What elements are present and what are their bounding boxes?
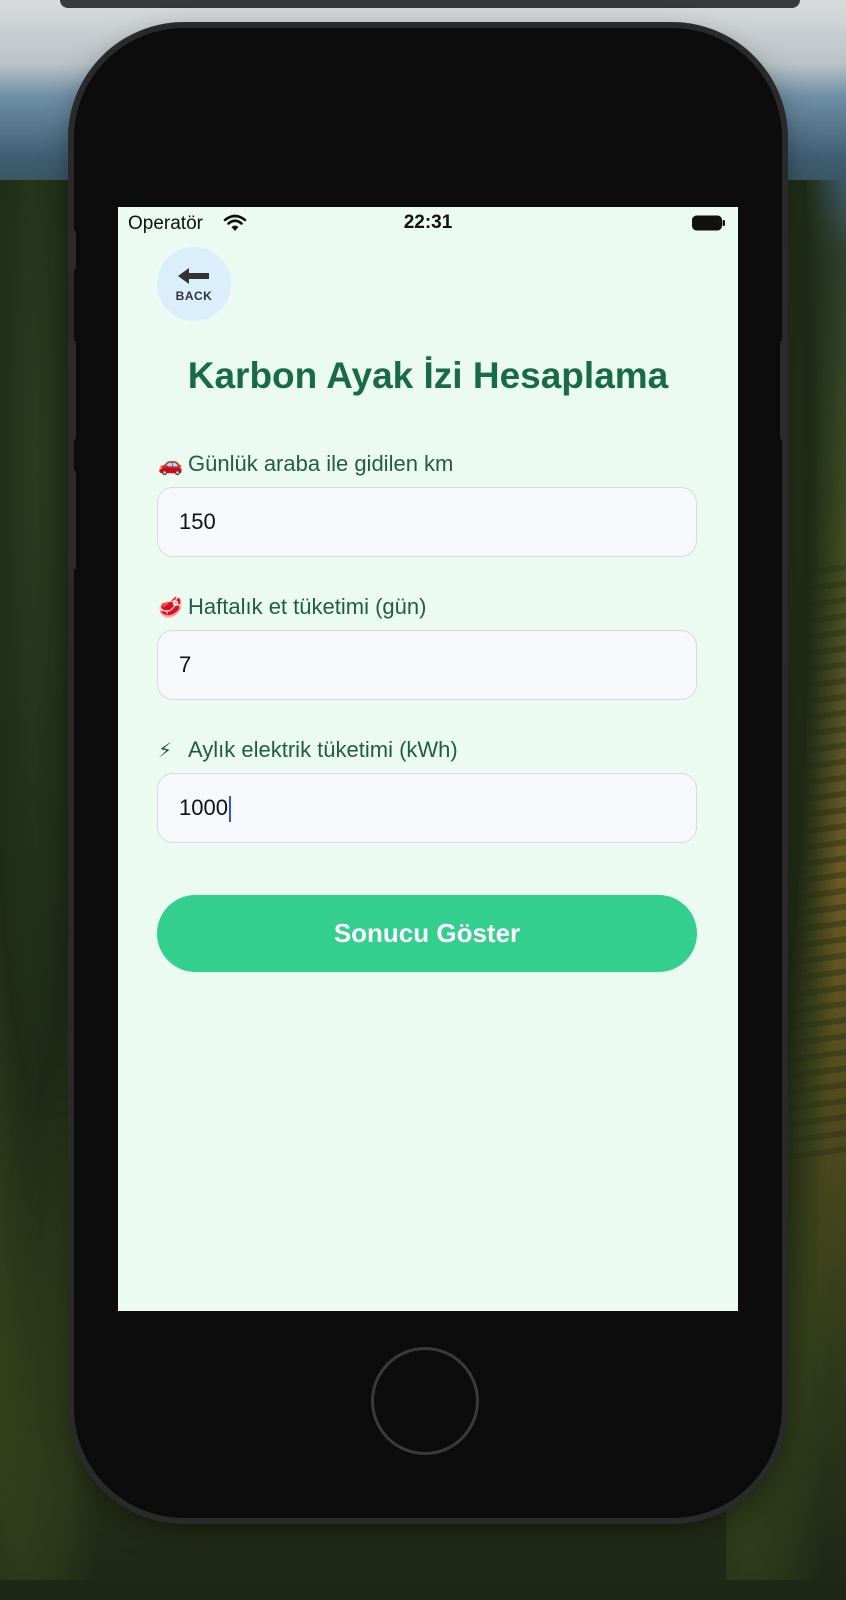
back-arrow-icon	[178, 268, 209, 284]
input-value: 1000	[179, 795, 228, 820]
text-cursor	[228, 796, 231, 823]
field-label-weekly-meat: 🥩 Haftalık et tüketimi (gün)	[158, 594, 426, 620]
monthly-electricity-input[interactable]: 1000	[157, 773, 697, 843]
field-label-text: Haftalık et tüketimi (gün)	[188, 594, 427, 619]
field-label-monthly-electricity: ⚡ Aylık elektrik tüketimi (kWh)	[158, 737, 458, 763]
meat-icon: 🥩	[158, 597, 183, 619]
status-bar: Operatör 22:31	[118, 207, 738, 237]
show-result-button[interactable]: Sonucu Göster	[157, 895, 697, 972]
battery-icon	[692, 215, 725, 231]
lightning-icon: ⚡	[158, 740, 173, 762]
field-label-text: Günlük araba ile gidilen km	[188, 451, 454, 476]
weekly-meat-input[interactable]: 7	[157, 630, 697, 700]
back-button-label: BACK	[175, 289, 213, 303]
back-button[interactable]: BACK	[157, 247, 231, 321]
volume-down-button	[68, 470, 76, 570]
window-top-edge	[60, 0, 800, 8]
input-value: 7	[179, 652, 192, 677]
input-value: 150	[179, 509, 216, 534]
status-time: 22:31	[403, 212, 453, 233]
volume-up-button	[68, 340, 76, 440]
field-label-text: Aylık elektrik tüketimi (kWh)	[188, 737, 458, 762]
app-screen: Operatör 22:31 BACK Karbon Ayak İzi Hesa…	[118, 207, 738, 1311]
page-title: Karbon Ayak İzi Hesaplama	[187, 355, 669, 396]
home-button[interactable]	[371, 1347, 479, 1455]
car-icon: 🚗	[158, 454, 183, 476]
power-button	[780, 340, 788, 440]
daily-car-km-input[interactable]: 150	[157, 487, 697, 557]
mute-switch	[68, 230, 76, 270]
field-label-daily-car-km: 🚗 Günlük araba ile gidilen km	[158, 451, 453, 477]
